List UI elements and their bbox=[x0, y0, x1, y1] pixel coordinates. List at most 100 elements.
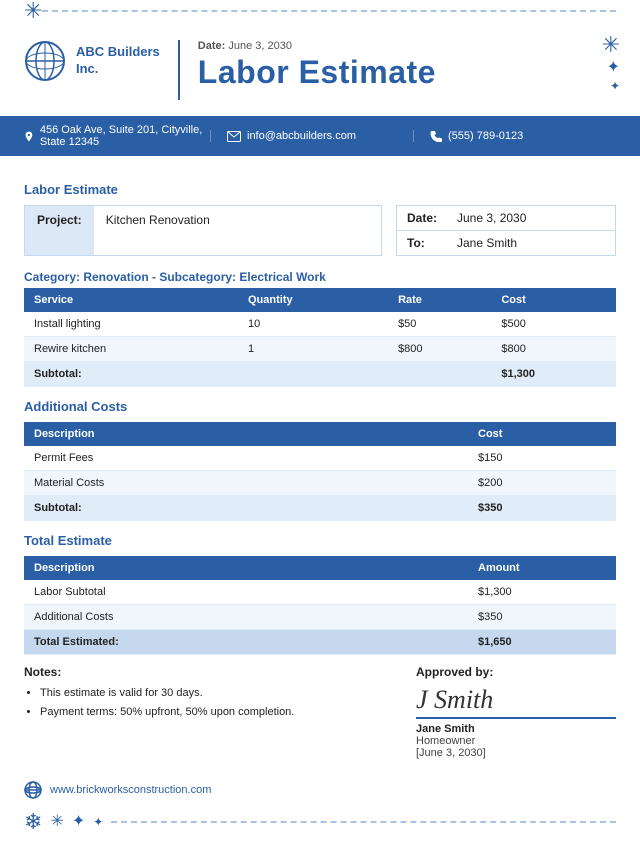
top-right-compass-icon: ✳ bbox=[602, 34, 620, 56]
rate-cell: $50 bbox=[388, 312, 491, 337]
category-row-0: Install lighting 10 $50 $500 bbox=[24, 312, 616, 337]
bottom-snowflake-1: ❄ bbox=[24, 811, 42, 833]
cost-cell: $800 bbox=[491, 337, 616, 362]
add-cost-cell: $200 bbox=[468, 471, 616, 496]
phone-icon bbox=[430, 130, 442, 142]
col-quantity: Quantity bbox=[238, 288, 388, 312]
col-amount: Amount bbox=[468, 556, 616, 580]
info-bar: 456 Oak Ave, Suite 201, Cityville, State… bbox=[0, 116, 640, 156]
signature: J Smith bbox=[416, 685, 616, 715]
col-service: Service bbox=[24, 288, 238, 312]
labor-estimate-title: Labor Estimate bbox=[24, 182, 616, 197]
service-cell: Rewire kitchen bbox=[24, 337, 238, 362]
subtotal-value: $1,300 bbox=[491, 362, 616, 387]
header-divider bbox=[178, 40, 180, 100]
header-right: Date: June 3, 2030 Labor Estimate bbox=[198, 40, 616, 91]
tot-amount-cell: $350 bbox=[468, 605, 616, 630]
address-item: 456 Oak Ave, Suite 201, Cityville, State… bbox=[24, 124, 210, 148]
grand-total-value: $1,650 bbox=[468, 630, 616, 655]
date-row: Date: June 3, 2030 bbox=[397, 206, 615, 231]
category-row-1: Rewire kitchen 1 $800 $800 bbox=[24, 337, 616, 362]
notes-list: This estimate is valid for 30 days.Payme… bbox=[24, 684, 396, 721]
footer-globe-icon bbox=[24, 781, 42, 799]
bottom-deco-icons: ❄ ✳ ✦ ✦ bbox=[24, 811, 103, 833]
to-label: To: bbox=[397, 231, 447, 255]
additional-row-1: Material Costs $200 bbox=[24, 471, 616, 496]
tot-desc-cell: Additional Costs bbox=[24, 605, 468, 630]
notes-approve-row: Notes: This estimate is valid for 30 day… bbox=[24, 665, 616, 759]
bottom-deco-line bbox=[111, 821, 616, 823]
add-desc-cell: Material Costs bbox=[24, 471, 468, 496]
header-top-deco: ✳ ✦ ✦ bbox=[602, 34, 620, 92]
signer-role: Homeowner bbox=[416, 735, 616, 747]
subtotal-rate bbox=[388, 362, 491, 387]
approve-section: Approved by: J Smith Jane Smith Homeowne… bbox=[416, 665, 616, 759]
location-icon bbox=[24, 130, 34, 143]
project-label: Project: bbox=[25, 206, 94, 255]
tot-amount-cell: $1,300 bbox=[468, 580, 616, 605]
total-row-1: Additional Costs $350 bbox=[24, 605, 616, 630]
footer: www.brickworksconstruction.com bbox=[0, 773, 640, 805]
project-box: Project: Kitchen Renovation bbox=[24, 205, 382, 256]
add-cost-cell: $150 bbox=[468, 446, 616, 471]
notes-section: Notes: This estimate is valid for 30 day… bbox=[24, 665, 396, 759]
additional-costs-title: Additional Costs bbox=[24, 399, 616, 414]
col-cost: Cost bbox=[491, 288, 616, 312]
total-estimate-table: Description Amount Labor Subtotal $1,300… bbox=[24, 556, 616, 655]
col-description: Description bbox=[24, 422, 468, 446]
col-cost-header: Cost bbox=[468, 422, 616, 446]
approve-title: Approved by: bbox=[416, 665, 616, 679]
signer-name: Jane Smith bbox=[416, 723, 616, 735]
category-header: Category: Renovation - Subcategory: Elec… bbox=[24, 270, 616, 284]
header-date: Date: June 3, 2030 bbox=[198, 40, 616, 52]
add-subtotal-value: $350 bbox=[468, 496, 616, 521]
project-value: Kitchen Renovation bbox=[94, 206, 381, 255]
project-info-row: Project: Kitchen Renovation Date: June 3… bbox=[24, 205, 616, 256]
cost-cell: $500 bbox=[491, 312, 616, 337]
email-item: info@abcbuilders.com bbox=[210, 130, 413, 142]
subtotal-label: Subtotal: bbox=[24, 362, 238, 387]
to-row: To: Jane Smith bbox=[397, 231, 615, 255]
footer-website: www.brickworksconstruction.com bbox=[50, 784, 211, 796]
add-subtotal-label: Subtotal: bbox=[24, 496, 468, 521]
notes-title: Notes: bbox=[24, 665, 396, 679]
date-to-box: Date: June 3, 2030 To: Jane Smith bbox=[396, 205, 616, 256]
additional-row-0: Permit Fees $150 bbox=[24, 446, 616, 471]
top-right-xs-compass-icon: ✦ bbox=[610, 80, 620, 92]
date-value: June 3, 2030 bbox=[447, 206, 536, 230]
signer-date: [June 3, 2030] bbox=[416, 747, 616, 759]
col-rate: Rate bbox=[388, 288, 491, 312]
category-subtotal-row: Subtotal: $1,300 bbox=[24, 362, 616, 387]
bottom-diamond-1: ✦ bbox=[93, 816, 103, 828]
quantity-cell: 10 bbox=[238, 312, 388, 337]
document-title: Labor Estimate bbox=[198, 54, 616, 91]
category-table: Service Quantity Rate Cost Install light… bbox=[24, 288, 616, 387]
top-left-snowflake-icon: ✳ bbox=[24, 0, 42, 22]
signature-line bbox=[416, 717, 616, 719]
phone-text: (555) 789-0123 bbox=[448, 130, 523, 142]
quantity-cell: 1 bbox=[238, 337, 388, 362]
add-desc-cell: Permit Fees bbox=[24, 446, 468, 471]
subtotal-qty bbox=[238, 362, 388, 387]
service-cell: Install lighting bbox=[24, 312, 238, 337]
note-item-1: Payment terms: 50% upfront, 50% upon com… bbox=[40, 703, 396, 722]
address-text: 456 Oak Ave, Suite 201, Cityville, State… bbox=[40, 124, 210, 148]
company-logo-icon bbox=[24, 40, 66, 82]
total-estimate-title: Total Estimate bbox=[24, 533, 616, 548]
main-content: Labor Estimate Project: Kitchen Renovati… bbox=[0, 156, 640, 773]
additional-subtotal-row: Subtotal: $350 bbox=[24, 496, 616, 521]
col-desc-total: Description bbox=[24, 556, 468, 580]
note-item-0: This estimate is valid for 30 days. bbox=[40, 684, 396, 703]
top-right-small-compass-icon: ✦ bbox=[607, 60, 620, 76]
email-icon bbox=[227, 131, 241, 142]
to-value: Jane Smith bbox=[447, 231, 527, 255]
company-logo-area: ABC Builders Inc. bbox=[24, 40, 160, 82]
bottom-deco: ❄ ✳ ✦ ✦ bbox=[0, 805, 640, 843]
phone-item: (555) 789-0123 bbox=[413, 130, 616, 142]
grand-total-label: Total Estimated: bbox=[24, 630, 468, 655]
email-text: info@abcbuilders.com bbox=[247, 130, 356, 142]
date-label: Date: bbox=[397, 206, 447, 230]
total-row-0: Labor Subtotal $1,300 bbox=[24, 580, 616, 605]
top-deco-line bbox=[42, 10, 616, 12]
rate-cell: $800 bbox=[388, 337, 491, 362]
